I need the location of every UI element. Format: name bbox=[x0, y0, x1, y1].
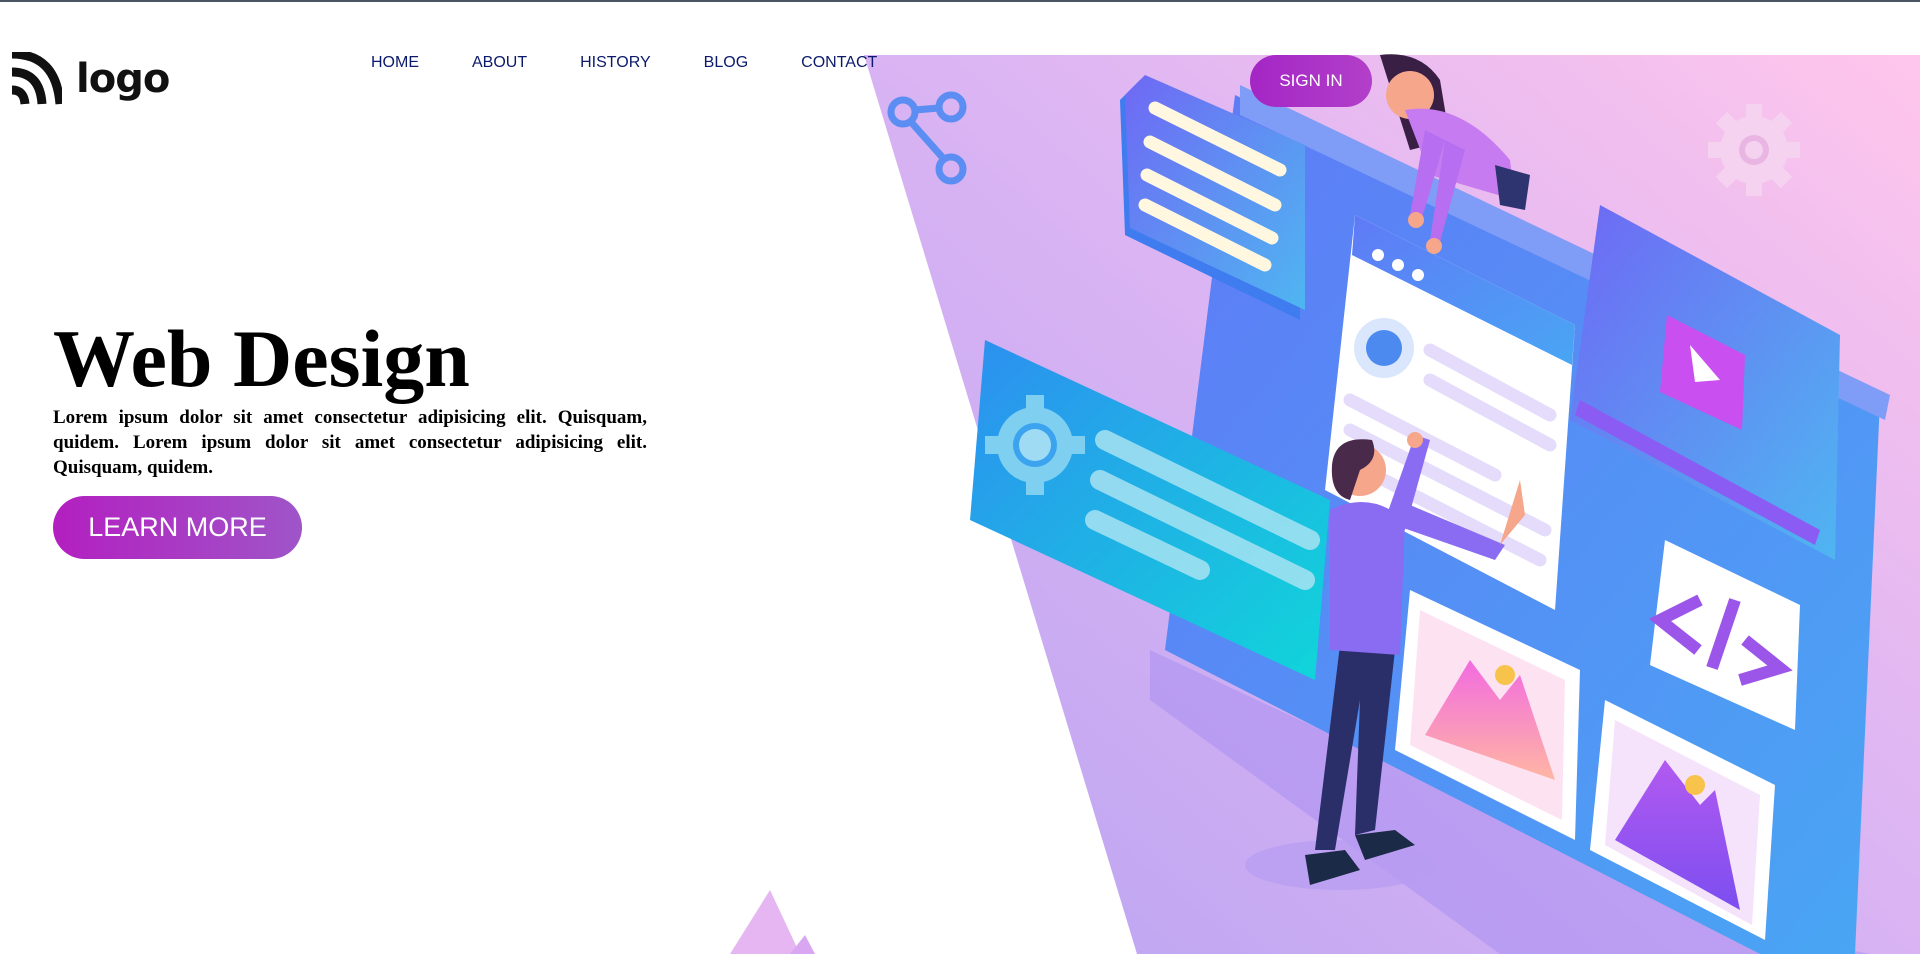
sign-in-button[interactable]: SIGN IN bbox=[1250, 55, 1372, 107]
hero-title: Web Design bbox=[53, 313, 470, 404]
brand-logo[interactable]: logo bbox=[10, 52, 170, 106]
main-nav: HOME ABOUT HISTORY BLOG CONTACT bbox=[371, 52, 877, 74]
logo-text: logo bbox=[76, 56, 170, 102]
nav-blog[interactable]: BLOG bbox=[704, 52, 748, 74]
share-icon bbox=[887, 91, 967, 185]
hero-description: Lorem ipsum dolor sit amet consectetur a… bbox=[53, 407, 647, 478]
nav-contact[interactable]: CONTACT bbox=[801, 52, 877, 74]
nav-history[interactable]: HISTORY bbox=[580, 52, 651, 74]
logo-mark-icon bbox=[11, 52, 62, 105]
nav-home[interactable]: HOME bbox=[371, 52, 419, 74]
learn-more-button[interactable]: LEARN MORE bbox=[53, 496, 302, 559]
gear-icon bbox=[1708, 104, 1800, 196]
nav-about[interactable]: ABOUT bbox=[472, 52, 527, 74]
